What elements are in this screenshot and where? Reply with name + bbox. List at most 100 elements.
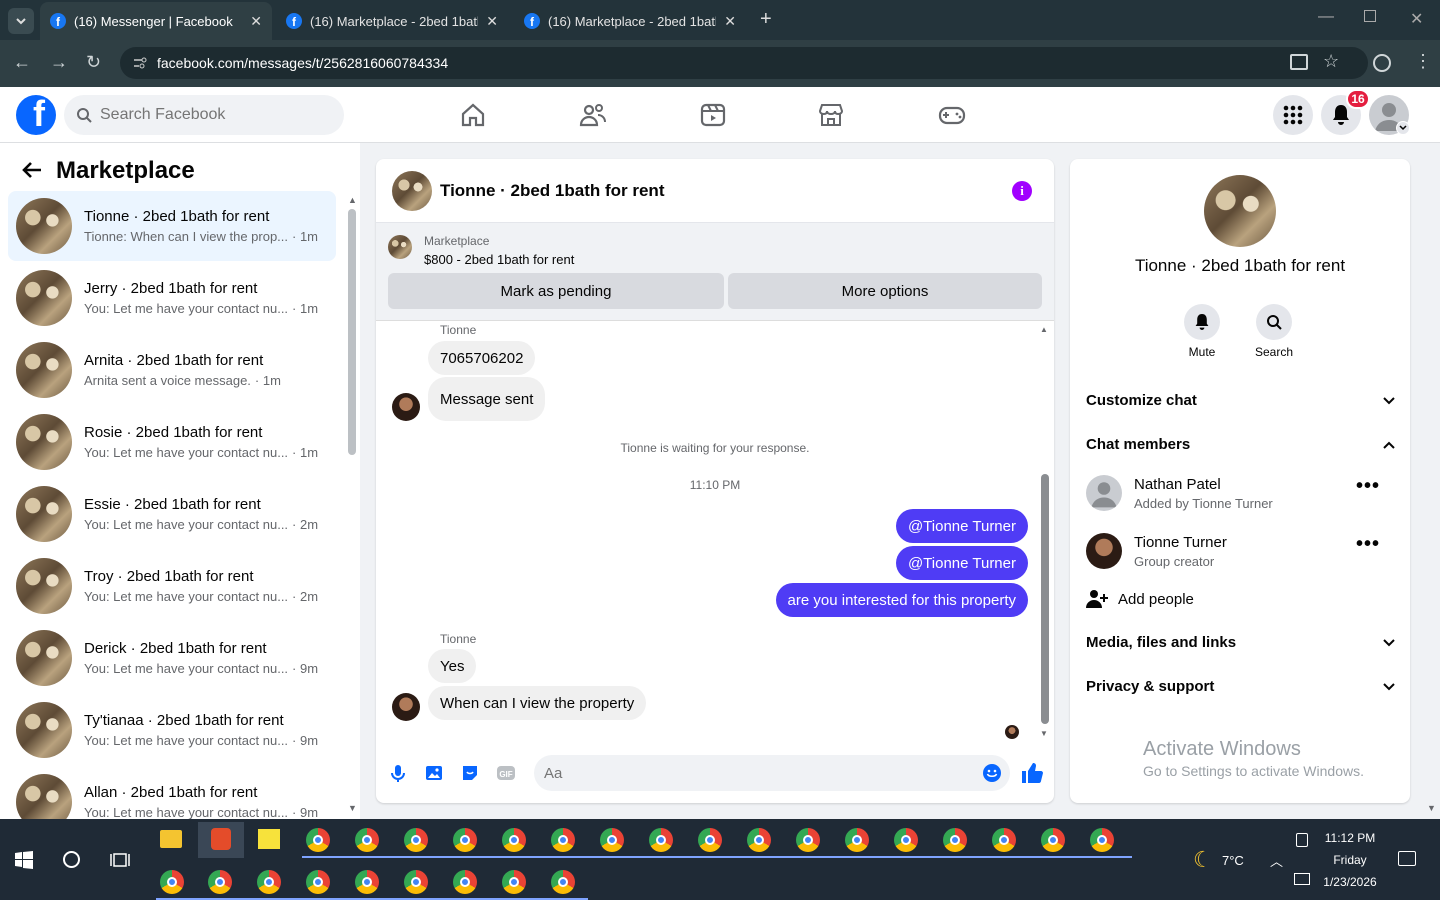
- chrome-icon[interactable]: [257, 870, 281, 894]
- scroll-down-arrow[interactable]: ▼: [348, 803, 357, 813]
- member-options-icon[interactable]: •••: [1356, 533, 1380, 556]
- tab-marketplace-2[interactable]: f (16) Marketplace - 2bed 1bath f ✕: [514, 2, 746, 40]
- info-icon[interactable]: i: [1012, 181, 1032, 201]
- friends-icon[interactable]: [577, 99, 609, 131]
- page-scroll-down-arrow[interactable]: ▼: [1427, 803, 1436, 813]
- tab-marketplace-1[interactable]: f (16) Marketplace - 2bed 1bath f ✕: [276, 2, 508, 40]
- tab-messenger[interactable]: f (16) Messenger | Facebook ✕: [40, 2, 272, 40]
- incoming-message[interactable]: When can I view the property: [428, 686, 647, 720]
- clock-time[interactable]: 11:12 PM: [1318, 831, 1382, 845]
- chrome-icon[interactable]: [551, 828, 575, 852]
- chrome-icon[interactable]: [306, 828, 330, 852]
- conversation-item[interactable]: Rosie · 2bed 1bath for rent You: Let me …: [8, 407, 336, 477]
- show-hidden-icons-chevron-up-icon[interactable]: ︿: [1270, 851, 1283, 870]
- chrome-icon[interactable]: [845, 828, 869, 852]
- conversation-item[interactable]: Jerry · 2bed 1bath for rent You: Let me …: [8, 263, 336, 333]
- gif-icon[interactable]: GIF: [496, 763, 516, 783]
- chrome-icon[interactable]: [943, 828, 967, 852]
- scroll-down-arrow[interactable]: ▼: [1040, 729, 1048, 738]
- outgoing-message[interactable]: @Tionne Turner: [895, 509, 1028, 543]
- back-icon[interactable]: ←: [13, 52, 31, 73]
- close-tab-icon[interactable]: ✕: [724, 13, 736, 30]
- conversation-item[interactable]: Essie · 2bed 1bath for rent You: Let me …: [8, 479, 336, 549]
- close-tab-icon[interactable]: ✕: [486, 13, 498, 30]
- member-item[interactable]: Nathan Patel Added by Tionne Turner •••: [1086, 475, 1396, 511]
- forward-icon[interactable]: →: [50, 52, 68, 73]
- weather-moon-icon[interactable]: ☾: [1193, 847, 1213, 873]
- outgoing-message[interactable]: @Tionne Turner: [895, 546, 1028, 580]
- marketplace-icon[interactable]: [815, 99, 847, 131]
- restore-icon[interactable]: [1364, 10, 1376, 22]
- site-settings-icon[interactable]: [132, 55, 148, 71]
- file-explorer-icon[interactable]: [160, 830, 182, 848]
- bookmark-star-icon[interactable]: ☆: [1323, 51, 1339, 72]
- chat-scrollbar[interactable]: [1041, 474, 1049, 724]
- chrome-icon[interactable]: [747, 828, 771, 852]
- mark-as-pending-button[interactable]: Mark as pending: [388, 273, 724, 309]
- microphone-icon[interactable]: [388, 763, 408, 783]
- chrome-icon[interactable]: [698, 828, 722, 852]
- chrome-icon[interactable]: [894, 828, 918, 852]
- chrome-icon[interactable]: [649, 828, 673, 852]
- chrome-icon[interactable]: [600, 828, 624, 852]
- chrome-icon[interactable]: [355, 870, 379, 894]
- conversation-item[interactable]: Ty'tianaa · 2bed 1bath for rent You: Let…: [8, 695, 336, 765]
- scroll-up-arrow[interactable]: ▲: [348, 195, 357, 205]
- conversation-item[interactable]: Derick · 2bed 1bath for rent You: Let me…: [8, 623, 336, 693]
- chrome-icon[interactable]: [208, 870, 232, 894]
- task-view-icon[interactable]: [110, 851, 130, 869]
- gaming-icon[interactable]: [936, 99, 968, 131]
- details-avatar[interactable]: [1204, 175, 1276, 247]
- search-input[interactable]: [100, 106, 320, 124]
- home-icon[interactable]: [457, 99, 489, 131]
- scroll-up-arrow[interactable]: ▲: [1040, 325, 1048, 334]
- clock-day[interactable]: Friday: [1318, 853, 1382, 867]
- sticker-icon[interactable]: [460, 763, 480, 783]
- install-app-icon[interactable]: [1290, 54, 1308, 70]
- sender-avatar[interactable]: [392, 693, 420, 721]
- chat-title[interactable]: Tionne · 2bed 1bath for rent: [440, 181, 664, 201]
- search-box[interactable]: [64, 95, 344, 135]
- incoming-message[interactable]: Message sent: [428, 377, 546, 421]
- chrome-icon[interactable]: [992, 828, 1016, 852]
- chrome-icon[interactable]: [1090, 828, 1114, 852]
- conversation-item[interactable]: Arnita · 2bed 1bath for rent Arnita sent…: [8, 335, 336, 405]
- chrome-icon[interactable]: [404, 828, 428, 852]
- video-icon[interactable]: [697, 99, 729, 131]
- incoming-message[interactable]: Yes: [428, 649, 477, 683]
- conversation-item[interactable]: Tionne · 2bed 1bath for rent Tionne: Whe…: [8, 191, 336, 261]
- chrome-icon[interactable]: [453, 870, 477, 894]
- like-icon[interactable]: [1020, 761, 1044, 785]
- customize-chat-row[interactable]: Customize chat: [1086, 392, 1396, 409]
- conversation-item[interactable]: Allan · 2bed 1bath for rent You: Let me …: [8, 767, 336, 819]
- photo-icon[interactable]: [424, 763, 444, 783]
- address-bar[interactable]: facebook.com/messages/t/2562816060784334: [120, 47, 1368, 79]
- more-options-button[interactable]: More options: [728, 273, 1042, 309]
- media-files-row[interactable]: Media, files and links: [1086, 634, 1396, 651]
- conversation-item[interactable]: Troy · 2bed 1bath for rent You: Let me h…: [8, 551, 336, 621]
- meet-now-icon[interactable]: [1296, 833, 1308, 847]
- listing-thumbnail[interactable]: [388, 235, 412, 259]
- search-circle-icon[interactable]: [63, 851, 80, 868]
- emoji-icon[interactable]: [982, 763, 1002, 783]
- outgoing-message[interactable]: are you interested for this property: [775, 583, 1028, 617]
- sender-avatar[interactable]: [392, 393, 420, 421]
- listing-title[interactable]: $800 - 2bed 1bath for rent: [424, 252, 574, 267]
- chrome-icon[interactable]: [160, 870, 184, 894]
- account-chevron-down-icon[interactable]: [1396, 121, 1410, 135]
- minimize-icon[interactable]: —: [1318, 8, 1334, 26]
- mute-button[interactable]: [1184, 304, 1220, 340]
- reload-icon[interactable]: ↻: [86, 52, 101, 73]
- member-item[interactable]: Tionne Turner Group creator •••: [1086, 533, 1396, 569]
- incoming-message[interactable]: 7065706202: [428, 341, 536, 375]
- network-icon[interactable]: [1294, 873, 1310, 885]
- chat-avatar[interactable]: [392, 170, 432, 211]
- profile-icon[interactable]: [1373, 54, 1391, 72]
- weather-temperature[interactable]: 7°C: [1222, 853, 1244, 868]
- windows-start-icon[interactable]: [15, 851, 33, 869]
- member-options-icon[interactable]: •••: [1356, 475, 1380, 498]
- new-tab-icon[interactable]: +: [760, 8, 772, 31]
- chrome-icon[interactable]: [355, 828, 379, 852]
- close-tab-icon[interactable]: ✕: [250, 13, 262, 30]
- chrome-icon[interactable]: [1041, 828, 1065, 852]
